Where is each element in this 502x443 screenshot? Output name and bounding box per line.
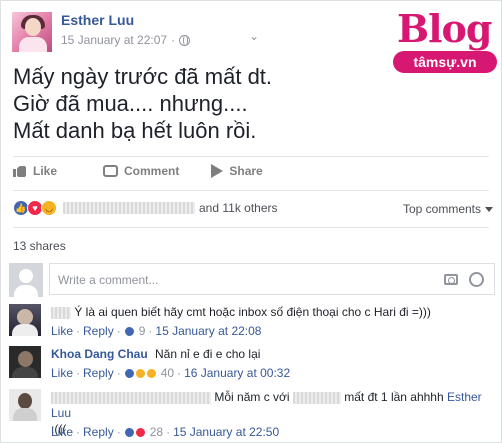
redacted-names xyxy=(63,202,195,214)
comment-text: mất đt 1 lần ahhhh xyxy=(344,390,444,404)
comment-reply-link[interactable]: Reply xyxy=(83,324,114,338)
wow-icon xyxy=(145,367,157,379)
redacted-mention xyxy=(292,391,341,404)
divider xyxy=(13,156,489,157)
comment-text-row: Khoa Dang Chau Năn nỉ e đi e cho lại xyxy=(51,346,491,362)
chevron-down-icon[interactable]: ⌄ xyxy=(249,29,259,43)
thumbs-up-icon xyxy=(13,164,27,178)
haha-icon: ◡ xyxy=(41,200,57,216)
watermark-site-text: tâmsự.vn xyxy=(393,51,497,73)
top-comments-label: Top comments xyxy=(402,202,481,216)
avatar-head xyxy=(19,269,33,283)
redacted-commenter-name xyxy=(51,391,211,404)
share-button[interactable]: Share xyxy=(211,164,263,178)
haha-icon xyxy=(134,367,146,379)
comment-timestamp[interactable]: 15 January at 22:50 xyxy=(173,425,279,439)
post-line: Mất danh bạ hết luôn rồi. xyxy=(13,118,257,143)
post-line: Giờ đã mua.... nhưng.... xyxy=(13,91,248,116)
comment-icon xyxy=(103,165,119,177)
avatar-body xyxy=(19,37,47,52)
love-icon xyxy=(134,426,146,438)
post-line: Mấy ngày trước đã mất dt. xyxy=(13,64,273,89)
commenter-avatar[interactable] xyxy=(9,346,41,378)
comment-item: Khoa Dang Chau Năn nỉ e đi e cho lại Lik… xyxy=(9,346,495,386)
comment-reaction-count[interactable]: 9 xyxy=(139,324,146,338)
comment-footer: Like · Reply · 28 · 15 January at 22:50 xyxy=(51,425,280,439)
comment-timestamp[interactable]: 16 January at 00:32 xyxy=(184,366,290,380)
share-icon xyxy=(211,164,224,178)
like-button[interactable]: Like xyxy=(13,164,57,178)
comment-item: Ý là ai quen biết hãy cmt hoặc inbox số … xyxy=(9,304,495,344)
comment-reaction-count[interactable]: 28 xyxy=(150,425,163,439)
top-comments-dropdown[interactable]: Top comments xyxy=(403,202,493,216)
comment-button[interactable]: Comment xyxy=(103,164,179,178)
comment-reply-link[interactable]: Reply xyxy=(83,366,114,380)
comment-reaction-count[interactable]: 40 xyxy=(161,366,174,380)
avatar-face xyxy=(25,18,41,36)
shares-count[interactable]: 13 shares xyxy=(13,239,66,253)
globe-icon xyxy=(179,34,191,46)
like-label: Like xyxy=(33,164,58,178)
commenter-name[interactable]: Khoa Dang Chau xyxy=(51,347,148,361)
comment-timestamp[interactable]: 15 January at 22:08 xyxy=(155,324,261,338)
commenter-avatar[interactable] xyxy=(9,389,41,421)
author-name[interactable]: Esther Luu xyxy=(61,12,134,28)
avatar-body xyxy=(14,285,38,297)
comment-like-link[interactable]: Like xyxy=(51,425,73,439)
viewer-avatar xyxy=(9,263,43,297)
comment-item: Mỗi năm c với mất đt 1 lần ahhhh Esther … xyxy=(9,389,495,443)
comment-text: Mỗi năm c với xyxy=(214,390,290,404)
comment-placeholder: Write a comment... xyxy=(58,273,159,287)
watermark-blog-text: Blog xyxy=(397,6,492,51)
comment-text: Ý là ai quen biết hãy cmt hoặc inbox số … xyxy=(74,305,431,319)
like-icon xyxy=(123,426,135,438)
comment-reply-link[interactable]: Reply xyxy=(83,425,114,439)
blog-watermark-logo: Blog tâmsự.vn xyxy=(393,7,498,77)
camera-icon[interactable] xyxy=(444,274,458,285)
caret-down-icon xyxy=(485,207,493,213)
post-timestamp[interactable]: 15 January at 22:07 xyxy=(61,33,167,47)
author-avatar[interactable] xyxy=(12,12,52,52)
like-icon xyxy=(123,367,135,379)
divider xyxy=(13,190,489,191)
commenter-avatar[interactable] xyxy=(9,304,41,336)
comment-like-link[interactable]: Like xyxy=(51,366,73,380)
comment-label: Comment xyxy=(124,164,180,178)
emoji-icon[interactable] xyxy=(469,272,484,287)
reaction-others: and 11k others xyxy=(199,201,278,215)
reaction-summary[interactable]: 👍 ♥ ◡ and 11k others xyxy=(13,200,278,216)
share-label: Share xyxy=(229,164,263,178)
post-card: Esther Luu 15 January at 22:07 · ⌄ Blog … xyxy=(0,0,502,443)
comment-like-link[interactable]: Like xyxy=(51,324,73,338)
action-bar: Like Comment Share xyxy=(13,164,295,178)
post-meta: 15 January at 22:07 · xyxy=(61,33,191,47)
like-icon xyxy=(123,325,135,337)
comment-footer: Like · Reply · 9 · 15 January at 22:08 xyxy=(51,324,262,338)
comment-footer: Like · Reply · 40 · 16 January at 00:32 xyxy=(51,366,291,380)
comment-text-row: Ý là ai quen biết hãy cmt hoặc inbox số … xyxy=(51,304,491,320)
comment-text: Năn nỉ e đi e cho lại xyxy=(155,347,261,361)
post-text: Mấy ngày trước đã mất dt. Giờ đã mua....… xyxy=(13,63,272,144)
redacted-commenter-name xyxy=(51,306,71,319)
comment-input[interactable]: Write a comment... xyxy=(49,263,495,295)
divider xyxy=(13,227,489,228)
